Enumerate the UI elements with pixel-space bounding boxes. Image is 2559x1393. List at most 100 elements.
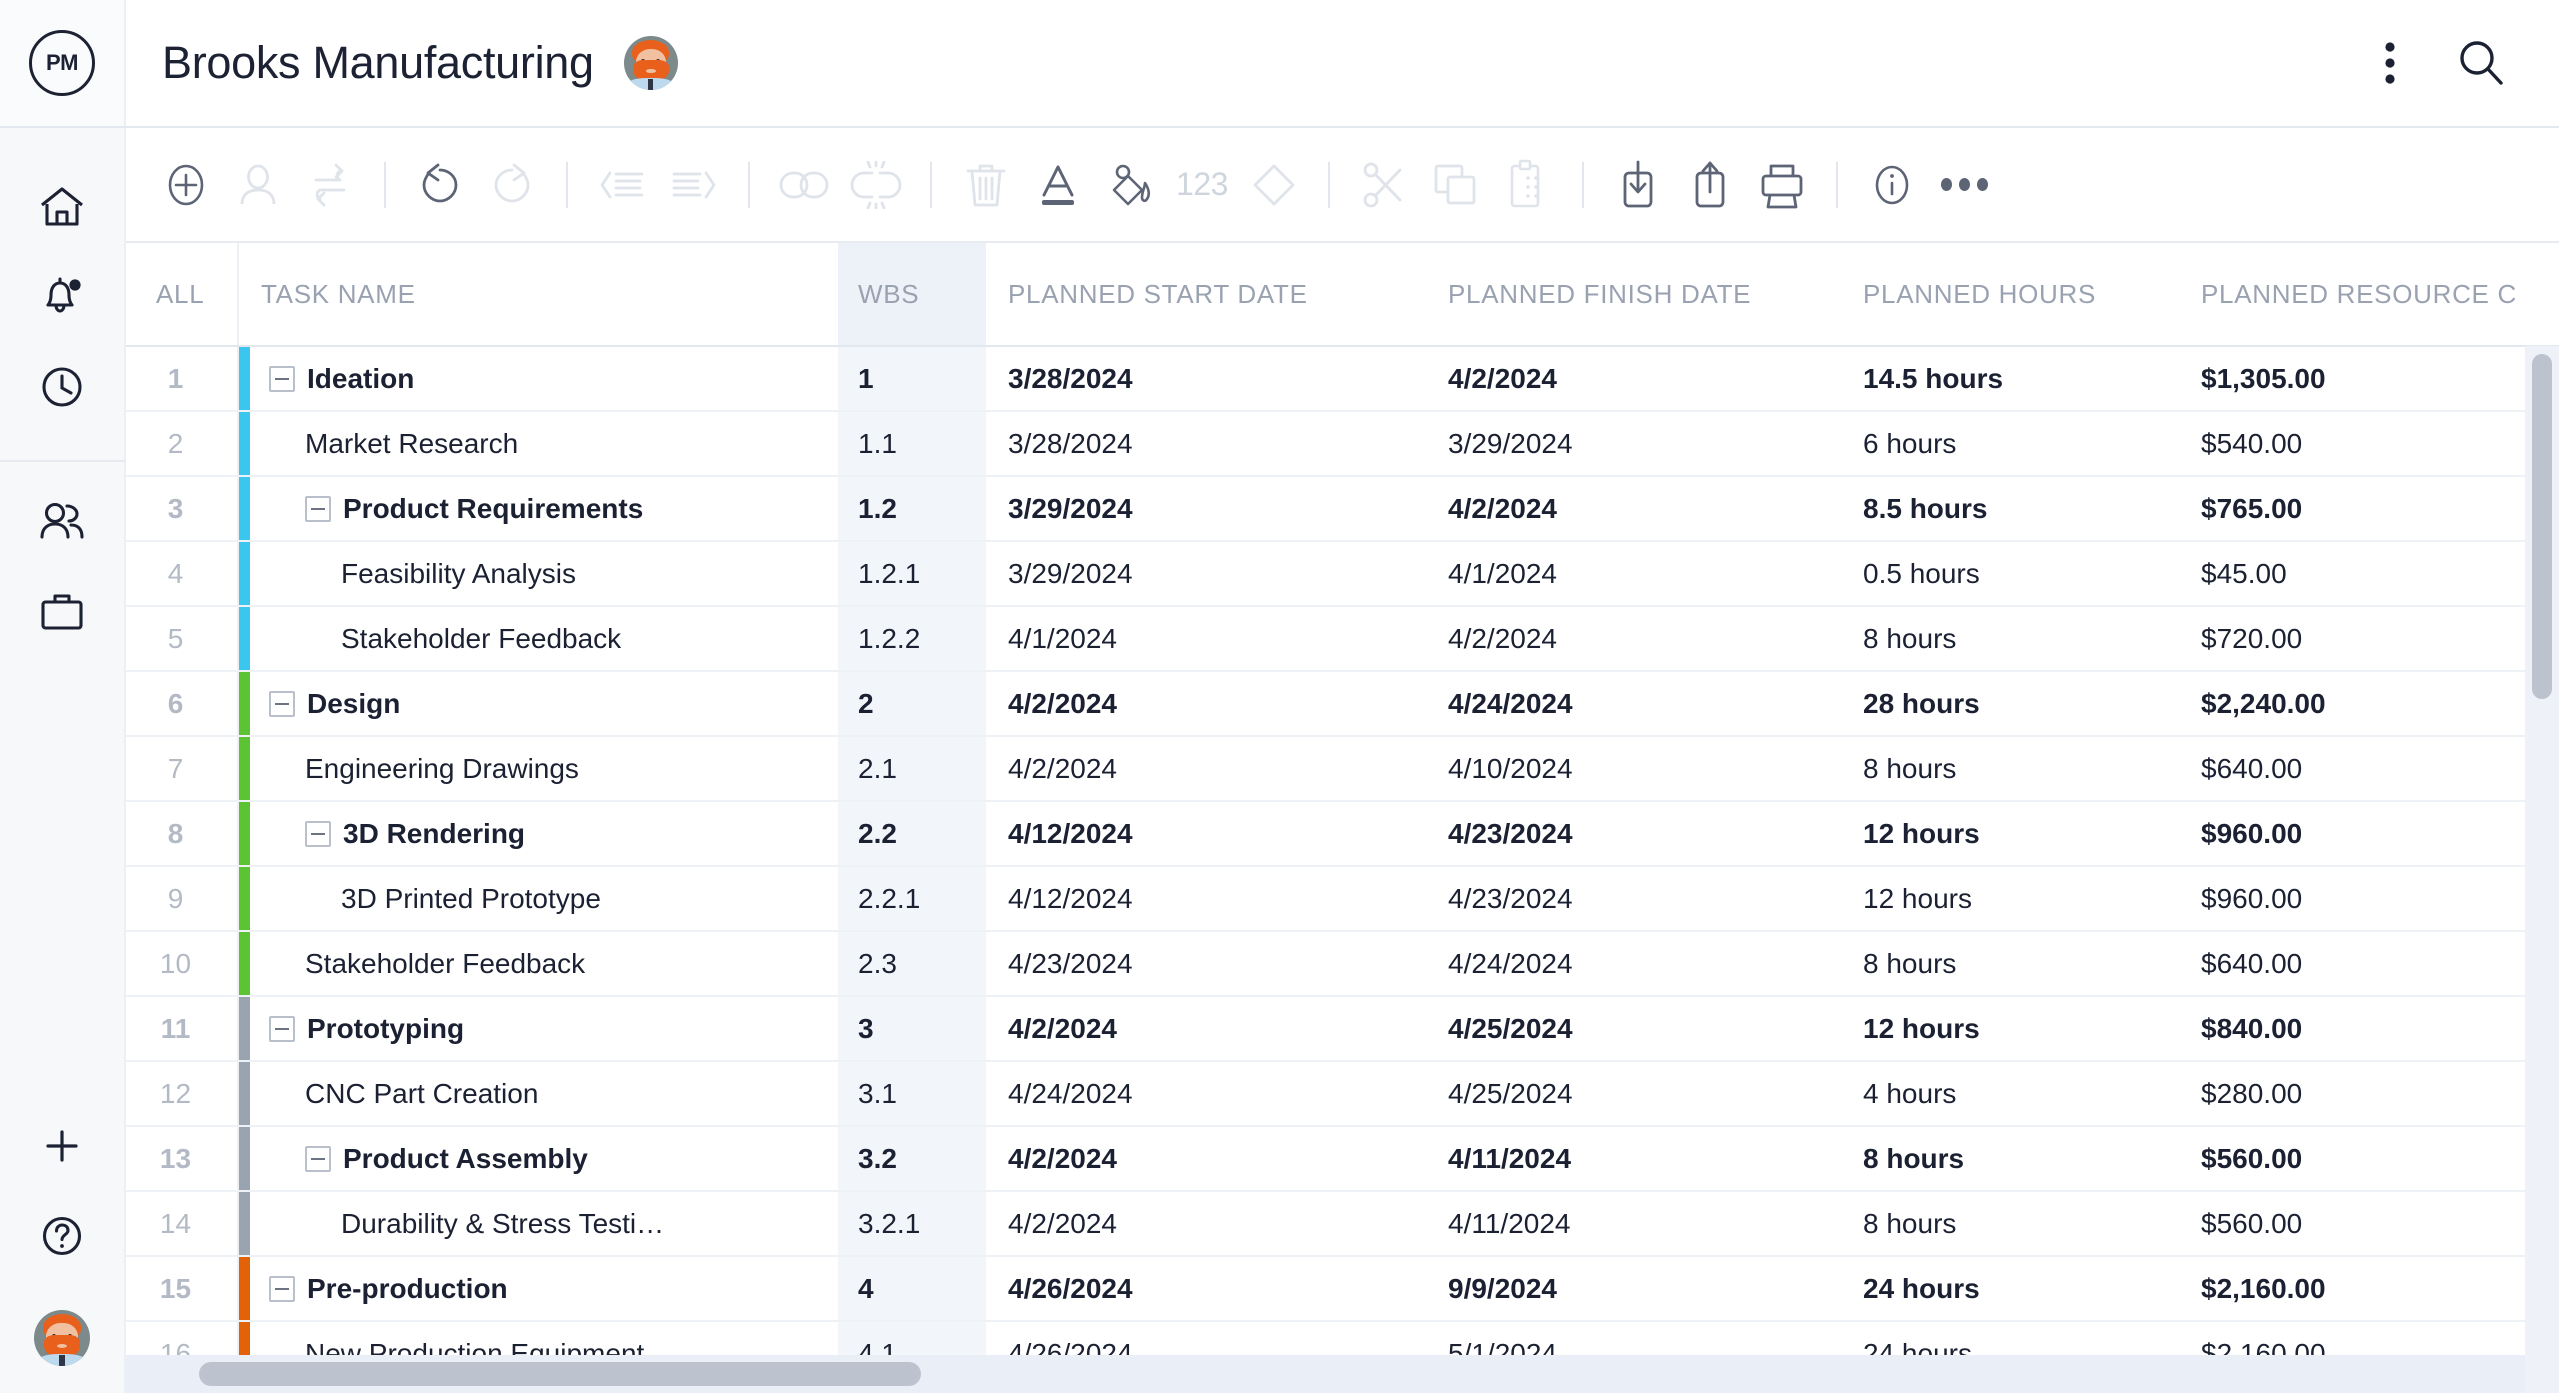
planned-resource-cost-cell[interactable]: $280.00 — [2179, 1061, 2559, 1126]
wbs-cell[interactable]: 2.3 — [838, 931, 986, 996]
search-icon[interactable] — [2455, 37, 2507, 89]
planned-resource-cost-cell[interactable]: $720.00 — [2179, 606, 2559, 671]
sidebar-item-people[interactable] — [0, 478, 125, 568]
wbs-cell[interactable]: 1 — [838, 346, 986, 411]
wbs-cell[interactable]: 3 — [838, 996, 986, 1061]
planned-finish-date-cell[interactable]: 4/2/2024 — [1426, 346, 1841, 411]
wbs-cell[interactable]: 1.2 — [838, 476, 986, 541]
planned-finish-date-cell[interactable]: 4/11/2024 — [1426, 1191, 1841, 1256]
wbs-cell[interactable]: 3.2 — [838, 1126, 986, 1191]
task-name-cell[interactable]: Durability & Stress Testi… — [238, 1191, 838, 1256]
planned-hours-cell[interactable]: 8 hours — [1841, 1191, 2179, 1256]
wbs-cell[interactable]: 1.2.1 — [838, 541, 986, 606]
wbs-cell[interactable]: 3.1 — [838, 1061, 986, 1126]
task-name-cell[interactable]: Design — [238, 671, 838, 736]
wbs-cell[interactable]: 2.2.1 — [838, 866, 986, 931]
planned-start-date-cell[interactable]: 3/29/2024 — [986, 541, 1426, 606]
vertical-scrollbar-thumb[interactable] — [2532, 354, 2552, 699]
outdent-button[interactable] — [586, 149, 658, 221]
planned-resource-cost-cell[interactable]: $2,160.00 — [2179, 1256, 2559, 1321]
planned-start-date-cell[interactable]: 4/2/2024 — [986, 1126, 1426, 1191]
planned-hours-cell[interactable]: 24 hours — [1841, 1256, 2179, 1321]
table-row[interactable]: 5Stakeholder Feedback1.2.24/1/20244/2/20… — [126, 606, 2559, 671]
horizontal-scrollbar[interactable] — [126, 1355, 2525, 1393]
table-row[interactable]: 15Pre-production44/26/20249/9/202424 hou… — [126, 1256, 2559, 1321]
collapse-toggle-icon[interactable] — [269, 1016, 295, 1042]
planned-resource-cost-cell[interactable]: $960.00 — [2179, 866, 2559, 931]
undo-button[interactable] — [404, 149, 476, 221]
print-button[interactable] — [1746, 149, 1818, 221]
column-header-planned-finish-date[interactable]: PLANNED FINISH DATE — [1426, 243, 1841, 346]
import-button[interactable] — [1602, 149, 1674, 221]
task-name-cell[interactable]: Stakeholder Feedback — [238, 606, 838, 671]
copy-button[interactable] — [1420, 149, 1492, 221]
table-row[interactable]: 1Ideation13/28/20244/2/202414.5 hours$1,… — [126, 346, 2559, 411]
planned-finish-date-cell[interactable]: 4/24/2024 — [1426, 671, 1841, 736]
collapse-toggle-icon[interactable] — [305, 1146, 331, 1172]
sidebar-item-account[interactable] — [0, 1283, 125, 1393]
task-name-cell[interactable]: Pre-production — [238, 1256, 838, 1321]
task-name-cell[interactable]: Engineering Drawings — [238, 736, 838, 801]
task-name-cell[interactable]: Product Assembly — [238, 1126, 838, 1191]
planned-finish-date-cell[interactable]: 4/24/2024 — [1426, 931, 1841, 996]
column-header-task-name[interactable]: TASK NAME — [238, 243, 838, 346]
planned-resource-cost-cell[interactable]: $640.00 — [2179, 931, 2559, 996]
planned-finish-date-cell[interactable]: 9/9/2024 — [1426, 1256, 1841, 1321]
planned-start-date-cell[interactable]: 4/23/2024 — [986, 931, 1426, 996]
planned-finish-date-cell[interactable]: 4/23/2024 — [1426, 801, 1841, 866]
planned-resource-cost-cell[interactable]: $45.00 — [2179, 541, 2559, 606]
planned-resource-cost-cell[interactable]: $560.00 — [2179, 1126, 2559, 1191]
planned-start-date-cell[interactable]: 3/28/2024 — [986, 346, 1426, 411]
planned-finish-date-cell[interactable]: 4/11/2024 — [1426, 1126, 1841, 1191]
task-name-cell[interactable]: Stakeholder Feedback — [238, 931, 838, 996]
recurring-task-button[interactable] — [294, 149, 366, 221]
kebab-menu-icon[interactable] — [2385, 42, 2395, 84]
collapse-toggle-icon[interactable] — [269, 691, 295, 717]
milestone-button[interactable] — [1238, 149, 1310, 221]
collapse-toggle-icon[interactable] — [269, 1276, 295, 1302]
planned-finish-date-cell[interactable]: 3/29/2024 — [1426, 411, 1841, 476]
table-row[interactable]: 7Engineering Drawings2.14/2/20244/10/202… — [126, 736, 2559, 801]
planned-start-date-cell[interactable]: 4/2/2024 — [986, 671, 1426, 736]
planned-start-date-cell[interactable]: 4/2/2024 — [986, 996, 1426, 1061]
planned-finish-date-cell[interactable]: 4/2/2024 — [1426, 606, 1841, 671]
wbs-cell[interactable]: 1.1 — [838, 411, 986, 476]
collapse-toggle-icon[interactable] — [305, 821, 331, 847]
app-logo[interactable]: PM — [0, 0, 126, 126]
fill-color-button[interactable] — [1094, 149, 1166, 221]
table-row[interactable]: 6Design24/2/20244/24/202428 hours$2,240.… — [126, 671, 2559, 736]
indent-button[interactable] — [658, 149, 730, 221]
planned-start-date-cell[interactable]: 4/26/2024 — [986, 1256, 1426, 1321]
horizontal-scrollbar-thumb[interactable] — [199, 1362, 921, 1386]
planned-hours-cell[interactable]: 6 hours — [1841, 411, 2179, 476]
planned-finish-date-cell[interactable]: 4/1/2024 — [1426, 541, 1841, 606]
redo-button[interactable] — [476, 149, 548, 221]
task-name-cell[interactable]: Prototyping — [238, 996, 838, 1061]
planned-finish-date-cell[interactable]: 4/10/2024 — [1426, 736, 1841, 801]
collapse-toggle-icon[interactable] — [305, 496, 331, 522]
planned-hours-cell[interactable]: 12 hours — [1841, 996, 2179, 1061]
wbs-cell[interactable]: 1.2.2 — [838, 606, 986, 671]
task-name-cell[interactable]: 3D Rendering — [238, 801, 838, 866]
planned-start-date-cell[interactable]: 3/29/2024 — [986, 476, 1426, 541]
user-avatar[interactable] — [624, 36, 678, 90]
planned-hours-cell[interactable]: 8 hours — [1841, 1126, 2179, 1191]
table-row[interactable]: 4Feasibility Analysis1.2.13/29/20244/1/2… — [126, 541, 2559, 606]
wbs-cell[interactable]: 3.2.1 — [838, 1191, 986, 1256]
column-header-planned-resource-cost[interactable]: PLANNED RESOURCE C — [2179, 243, 2559, 346]
table-row[interactable]: 93D Printed Prototype2.2.14/12/20244/23/… — [126, 866, 2559, 931]
paste-button[interactable] — [1492, 149, 1564, 221]
column-header-all[interactable]: ALL — [126, 243, 238, 346]
task-name-cell[interactable]: Feasibility Analysis — [238, 541, 838, 606]
sidebar-item-home[interactable] — [0, 164, 125, 254]
sidebar-item-notifications[interactable] — [0, 254, 125, 344]
planned-start-date-cell[interactable]: 3/28/2024 — [986, 411, 1426, 476]
planned-resource-cost-cell[interactable]: $540.00 — [2179, 411, 2559, 476]
sidebar-item-timesheets[interactable] — [0, 344, 125, 434]
wbs-cell[interactable]: 2.2 — [838, 801, 986, 866]
sidebar-item-portfolio[interactable] — [0, 568, 125, 658]
planned-start-date-cell[interactable]: 4/12/2024 — [986, 801, 1426, 866]
table-row[interactable]: 13Product Assembly3.24/2/20244/11/20248 … — [126, 1126, 2559, 1191]
planned-resource-cost-cell[interactable]: $1,305.00 — [2179, 346, 2559, 411]
planned-hours-cell[interactable]: 8.5 hours — [1841, 476, 2179, 541]
